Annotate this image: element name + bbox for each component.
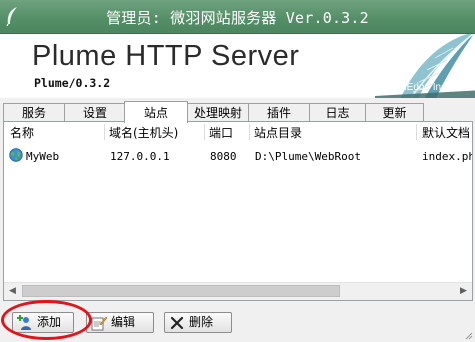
column-separator[interactable] (416, 124, 417, 140)
add-button-label: 添加 (37, 315, 62, 329)
scroll-left-icon[interactable]: ◀ (4, 283, 21, 300)
brand-label: © iEdon Inside (395, 82, 459, 93)
window-title: 管理员: 微羽网站服务器 Ver.0.3.2 (106, 9, 369, 27)
column-header-domain[interactable]: 域名(主机头) (109, 124, 178, 142)
banner: Plume HTTP Server Plume/0.3.2 © iEdon In… (0, 34, 475, 98)
site-directory: D:\Plume\WebRoot (255, 150, 361, 163)
column-header-name[interactable]: 名称 (10, 124, 34, 142)
horizontal-scrollbar[interactable]: ◀ ▶ (4, 282, 472, 300)
site-port: 8080 (210, 150, 237, 163)
edit-icon (91, 316, 107, 331)
column-separator[interactable] (204, 124, 205, 140)
delete-button-label: 删除 (189, 315, 214, 329)
scrollbar-thumb[interactable] (22, 285, 340, 297)
brand-text: iEdon Inside (404, 82, 460, 93)
banner-title: Plume HTTP Server (32, 40, 300, 72)
column-separator[interactable] (249, 124, 250, 140)
tab-bar: 服务 设置 站点 处理映射 插件 日志 更新 (0, 101, 475, 123)
edit-button-label: 编辑 (111, 315, 136, 329)
add-user-icon (17, 315, 31, 330)
resize-grip-icon[interactable] (463, 330, 473, 340)
tab-handler-mapping[interactable]: 处理映射 (187, 103, 249, 122)
banner-version: Plume/0.3.2 (34, 76, 111, 90)
tab-sites[interactable]: 站点 (124, 101, 188, 123)
globe-icon (9, 148, 23, 162)
copyright-symbol: © (395, 82, 402, 92)
site-list[interactable]: 名称 域名(主机头) 端口 站点目录 默认文档 MyWeb 127.0.0.1 … (3, 121, 473, 301)
column-header-port[interactable]: 端口 (209, 124, 233, 142)
app-window: 管理员: 微羽网站服务器 Ver.0.3.2 Plume HTTP Server… (0, 0, 475, 342)
tab-log[interactable]: 日志 (309, 103, 366, 122)
column-separator[interactable] (104, 124, 105, 140)
tab-service[interactable]: 服务 (3, 103, 65, 122)
delete-button[interactable]: 删除 (164, 312, 232, 333)
delete-x-icon (170, 316, 184, 330)
column-header-default-doc[interactable]: 默认文档 (422, 124, 470, 142)
tab-update[interactable]: 更新 (365, 103, 424, 122)
site-domain: 127.0.0.1 (110, 150, 170, 163)
add-button[interactable]: 添加 (12, 312, 74, 333)
site-name: MyWeb (26, 150, 60, 163)
tab-settings[interactable]: 设置 (64, 103, 126, 122)
column-header-dir[interactable]: 站点目录 (254, 124, 302, 142)
edit-button[interactable]: 编辑 (86, 312, 154, 333)
site-default-doc: index.ph (422, 150, 473, 163)
scroll-right-icon[interactable]: ▶ (455, 283, 472, 300)
tab-plugins[interactable]: 插件 (248, 103, 310, 122)
title-bar[interactable]: 管理员: 微羽网站服务器 Ver.0.3.2 (0, 0, 475, 34)
